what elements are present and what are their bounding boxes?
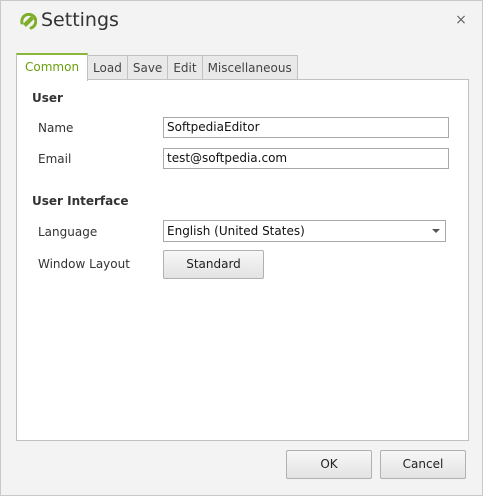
title-bar: Settings × — [1, 1, 482, 45]
language-select-value: English (United States) — [167, 224, 305, 238]
language-select[interactable]: English (United States) — [163, 220, 446, 242]
app-logo-icon — [20, 12, 37, 30]
chevron-down-icon — [432, 229, 440, 233]
tab-save[interactable]: Save — [126, 55, 169, 81]
name-label: Name — [38, 121, 74, 135]
email-label: Email — [38, 152, 72, 166]
cancel-button[interactable]: Cancel — [380, 450, 466, 479]
tab-load[interactable]: Load — [87, 55, 128, 81]
tab-bar: Common Load Save Edit Miscellaneous — [16, 53, 298, 81]
ok-button[interactable]: OK — [286, 450, 372, 479]
tab-common[interactable]: Common — [16, 53, 89, 81]
common-tab-panel: User Name SoftpediaEditor Email test@sof… — [16, 79, 469, 441]
window-title: Settings — [41, 9, 119, 31]
tab-miscellaneous[interactable]: Miscellaneous — [201, 55, 298, 81]
settings-window: Settings × Common Load Save Edit Miscell… — [0, 0, 483, 496]
name-field[interactable]: SoftpediaEditor — [163, 117, 449, 138]
close-icon[interactable]: × — [454, 12, 468, 28]
window-layout-label: Window Layout — [38, 257, 130, 271]
user-section-title: User — [32, 91, 63, 105]
window-layout-button[interactable]: Standard — [163, 250, 264, 279]
email-field[interactable]: test@softpedia.com — [163, 148, 449, 169]
language-label: Language — [38, 225, 98, 239]
user-interface-section-title: User Interface — [32, 194, 129, 208]
tab-edit[interactable]: Edit — [167, 55, 203, 81]
